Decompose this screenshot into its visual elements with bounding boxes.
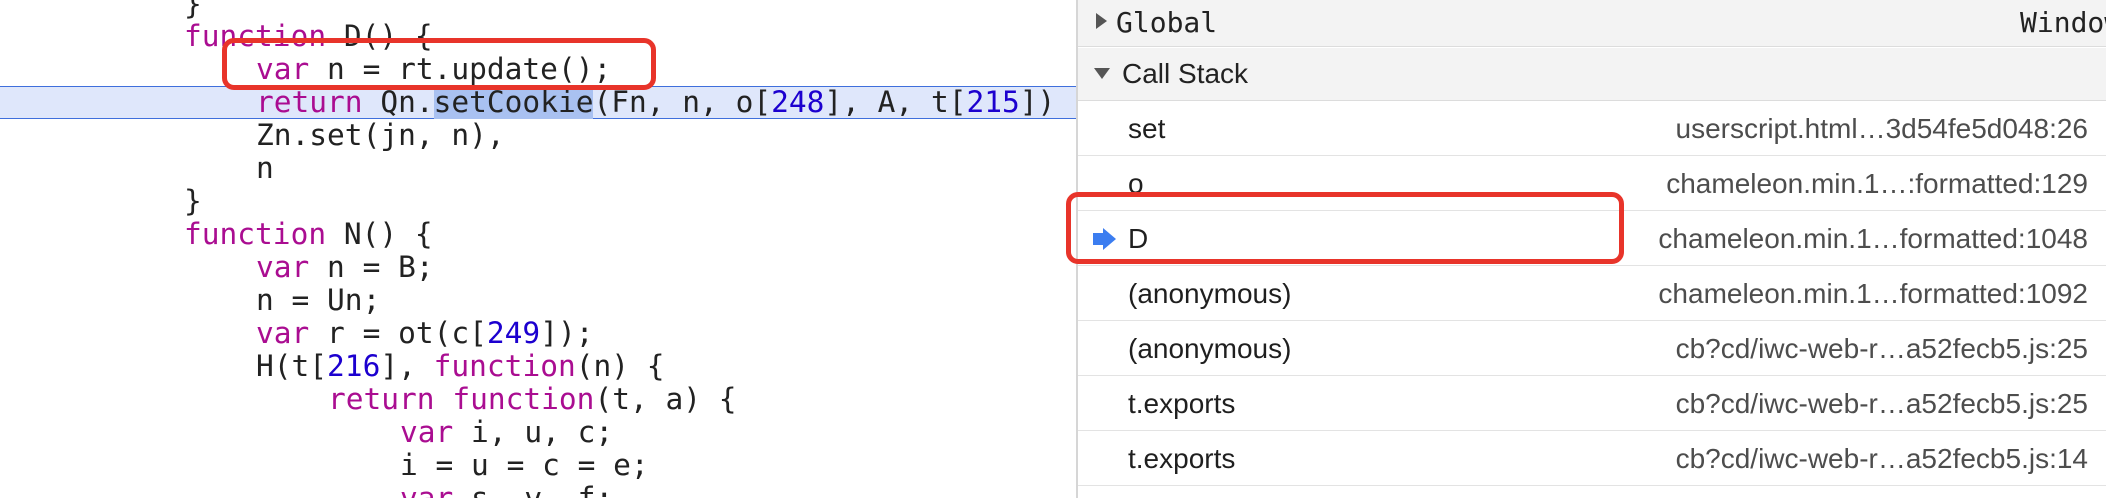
code-line: i = u = c = e; [400, 448, 649, 482]
call-stack-frame[interactable]: set userscript.html…3d54fe5d048:26 [1078, 102, 2106, 156]
frame-location-link[interactable]: userscript.html…3d54fe5d048:26 [1676, 102, 2088, 156]
scope-global-row[interactable]: Global Window [1078, 0, 2106, 47]
source-code-editor[interactable]: } function D() { var n = rt.update(); re… [0, 0, 1076, 498]
selected-text: setCookie [433, 85, 594, 119]
code-line: n = Un; [256, 283, 381, 317]
frame-function-name: (anonymous) [1128, 333, 1292, 364]
annotation-highlight-box [222, 38, 656, 90]
code-line: var i, u, c; [400, 415, 614, 449]
code-line: Zn.set(jn, n), [256, 118, 505, 152]
call-stack-frame[interactable]: (anonymous) cb?cd/iwc-web-r…a52fecb5.js:… [1078, 322, 2106, 376]
collapse-triangle-icon[interactable] [1094, 68, 1110, 79]
code-line: function N() { [184, 217, 433, 251]
code-line: var s, v, f; [400, 481, 614, 498]
frame-location-link[interactable]: cb?cd/iwc-web-r…a52fecb5.js:14 [1676, 432, 2088, 486]
call-stack-header[interactable]: Call Stack [1078, 48, 2106, 101]
call-stack-title: Call Stack [1122, 58, 1249, 89]
frame-location-link[interactable]: cb?cd/iwc-web-r…a52fecb5.js:25 [1676, 377, 2088, 431]
frame-function-name: (anonymous) [1128, 278, 1292, 309]
expand-triangle-icon[interactable] [1096, 13, 1107, 29]
scope-global-value: Window [2020, 6, 2106, 39]
frame-function-name: t.exports [1128, 443, 1236, 474]
code-line: } [184, 0, 202, 21]
code-line: H(t[216], function(n) { [256, 349, 665, 383]
code-line: return function(t, a) { [328, 382, 737, 416]
scope-global-label: Global [1116, 6, 1218, 39]
frame-location-link[interactable]: chameleon.min.1…formatted:1092 [1658, 267, 2088, 321]
frame-location-link[interactable]: chameleon.min.1…:formatted:129 [1666, 157, 2088, 211]
call-stack-frame[interactable]: t.exports cb?cd/iwc-web-r…a52fecb5.js:14 [1078, 432, 2106, 486]
annotation-highlight-box [1066, 192, 1624, 264]
frame-location-link[interactable]: chameleon.min.1…formatted:1048 [1658, 212, 2088, 266]
debugger-sidebar: Global Window Call Stack set userscript.… [1066, 0, 2106, 498]
frame-location-link[interactable]: cb?cd/iwc-web-r…a52fecb5.js:25 [1676, 322, 2088, 376]
call-stack-frame[interactable]: t.exports cb?cd/iwc-web-r…a52fecb5.js:25 [1078, 377, 2106, 431]
code-line: var r = ot(c[249]); [256, 316, 594, 350]
frame-function-name: t.exports [1128, 388, 1236, 419]
call-stack-frame[interactable]: (anonymous) chameleon.min.1…formatted:10… [1078, 267, 2106, 321]
code-line-current: return Qn.setCookie(Fn, n, o[248], A, t[… [256, 85, 1056, 119]
frame-function-name: set [1128, 113, 1166, 144]
code-line: var n = B; [256, 250, 434, 284]
code-line: n [256, 151, 274, 185]
code-line: } [184, 184, 202, 218]
